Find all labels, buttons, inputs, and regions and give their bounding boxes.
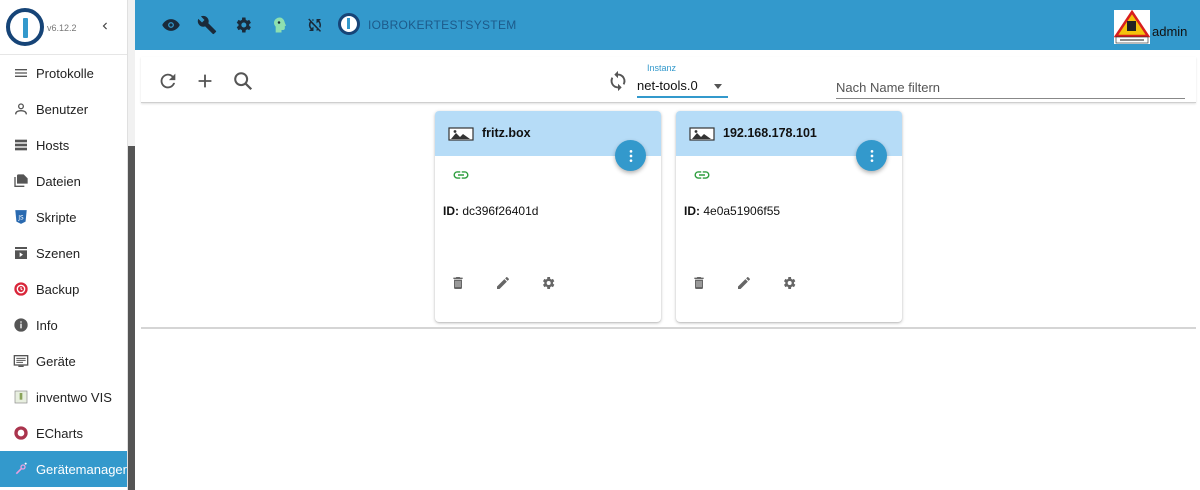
list-icon bbox=[12, 64, 30, 82]
device-id-value: 4e0a51906f55 bbox=[703, 204, 781, 218]
chevron-left-icon[interactable] bbox=[98, 17, 112, 38]
inventwo-icon bbox=[12, 388, 30, 406]
more-vert-icon[interactable] bbox=[615, 140, 646, 171]
sidebar-item-szenen[interactable]: Szenen bbox=[0, 235, 127, 271]
app-root: v6.12.2 Protokolle Benutzer Hosts Dateie… bbox=[0, 0, 1200, 490]
caret-down-icon bbox=[714, 84, 722, 89]
device-id-label: ID: bbox=[443, 204, 459, 218]
device-name: fritz.box bbox=[482, 126, 531, 140]
edit-icon[interactable] bbox=[493, 273, 513, 293]
more-vert-icon[interactable] bbox=[856, 140, 887, 171]
sidebar-item-benutzer[interactable]: Benutzer bbox=[0, 91, 127, 127]
files-icon bbox=[12, 172, 30, 190]
sidebar-item-protokolle[interactable]: Protokolle bbox=[0, 55, 127, 91]
device-id: ID: 4e0a51906f55 bbox=[684, 204, 780, 218]
device-card: fritz.box ID: dc396f26401d bbox=[435, 111, 661, 322]
system-name: IOBROKERTESTSYSTEM bbox=[368, 18, 517, 32]
link-icon[interactable] bbox=[452, 169, 470, 181]
sidebar-scrollbar[interactable] bbox=[128, 0, 135, 490]
search-icon[interactable] bbox=[231, 69, 255, 93]
sidebar-item-label: inventwo VIS bbox=[36, 389, 112, 405]
sidebar-nav: Protokolle Benutzer Hosts Dateien JS Skr… bbox=[0, 55, 127, 487]
gear-icon[interactable] bbox=[233, 15, 253, 35]
sidebar-item-skripte[interactable]: JS Skripte bbox=[0, 199, 127, 235]
sidebar-item-label: Hosts bbox=[36, 137, 70, 153]
device-card: 192.168.178.101 ID: 4e0a51906f55 bbox=[676, 111, 902, 322]
backup-icon bbox=[12, 280, 30, 298]
wrench-icon[interactable] bbox=[197, 15, 217, 35]
image-placeholder-icon bbox=[448, 127, 474, 141]
echarts-icon bbox=[12, 424, 30, 442]
image-placeholder-icon bbox=[689, 127, 715, 141]
sidebar-item-geraete[interactable]: Geräte bbox=[0, 343, 127, 379]
device-card-header: 192.168.178.101 bbox=[676, 111, 902, 171]
sidebar-item-label: Protokolle bbox=[36, 65, 94, 81]
reload-instance-icon[interactable] bbox=[606, 69, 630, 93]
sidebar-item-inventwo-vis[interactable]: inventwo VIS bbox=[0, 379, 127, 415]
device-name: 192.168.178.101 bbox=[723, 126, 817, 140]
instance-label: Instanz bbox=[647, 63, 677, 73]
device-card-header: fritz.box bbox=[435, 111, 661, 171]
instance-select-value: net-tools.0 bbox=[637, 78, 698, 93]
svg-text:JS: JS bbox=[17, 215, 24, 221]
sidebar-item-label: Dateien bbox=[36, 173, 81, 189]
sidebar-item-backup[interactable]: Backup bbox=[0, 271, 127, 307]
edit-icon[interactable] bbox=[734, 273, 754, 293]
sidebar-item-label: Backup bbox=[36, 281, 80, 297]
javascript-icon: JS bbox=[12, 208, 30, 226]
sidebar-item-echarts[interactable]: ECharts bbox=[0, 415, 127, 451]
version-label: v6.12.2 bbox=[47, 23, 77, 33]
iobroker-small-logo bbox=[338, 13, 360, 35]
iobroker-logo bbox=[6, 8, 44, 46]
sidebar-item-label: Info bbox=[36, 317, 58, 333]
sidebar-item-label: Skripte bbox=[36, 209, 77, 225]
sidebar-item-label: ECharts bbox=[36, 425, 83, 441]
link-icon[interactable] bbox=[693, 169, 711, 181]
settings-icon[interactable] bbox=[779, 273, 799, 293]
person-icon bbox=[12, 100, 30, 118]
sidebar-item-label: Benutzer bbox=[36, 101, 89, 117]
eye-icon[interactable] bbox=[161, 15, 181, 35]
devices-icon bbox=[12, 352, 30, 370]
delete-icon[interactable] bbox=[689, 273, 709, 293]
avatar[interactable] bbox=[1113, 9, 1151, 44]
delete-icon[interactable] bbox=[448, 273, 468, 293]
device-list: fritz.box ID: dc396f26401d 192.168.178.1… bbox=[141, 103, 1196, 329]
sidebar-item-label: Gerätemanager bbox=[35, 461, 127, 477]
sync-disabled-icon[interactable] bbox=[305, 15, 325, 35]
settings-icon[interactable] bbox=[538, 273, 558, 293]
refresh-icon[interactable] bbox=[156, 69, 180, 93]
sidebar-item-dateien[interactable]: Dateien bbox=[0, 163, 127, 199]
scrollbar-thumb[interactable] bbox=[128, 146, 135, 490]
sidebar-item-info[interactable]: Info bbox=[0, 307, 127, 343]
device-id-label: ID: bbox=[684, 204, 700, 218]
info-icon bbox=[12, 316, 30, 334]
add-icon[interactable] bbox=[193, 69, 217, 93]
top-bar: IOBROKERTESTSYSTEM admin bbox=[135, 0, 1200, 50]
sidebar-item-geraetemanager[interactable]: Gerätemanager bbox=[0, 451, 127, 487]
name-filter-input[interactable] bbox=[836, 77, 1185, 99]
device-id: ID: dc396f26401d bbox=[443, 204, 538, 218]
device-id-value: dc396f26401d bbox=[462, 204, 539, 218]
sidebar-item-hosts[interactable]: Hosts bbox=[0, 127, 127, 163]
sidebar-item-label: Szenen bbox=[36, 245, 81, 261]
scenes-icon bbox=[12, 244, 30, 262]
device-manager-icon bbox=[12, 460, 30, 478]
head-icon[interactable] bbox=[269, 15, 289, 35]
username[interactable]: admin bbox=[1152, 24, 1187, 39]
sidebar-item-label: Geräte bbox=[36, 353, 76, 369]
server-icon bbox=[12, 136, 30, 154]
sidebar: v6.12.2 Protokolle Benutzer Hosts Dateie… bbox=[0, 0, 128, 490]
instance-select[interactable]: net-tools.0 bbox=[637, 74, 728, 98]
sidebar-header: v6.12.2 bbox=[0, 0, 127, 55]
device-toolbar: Instanz net-tools.0 bbox=[141, 57, 1196, 103]
